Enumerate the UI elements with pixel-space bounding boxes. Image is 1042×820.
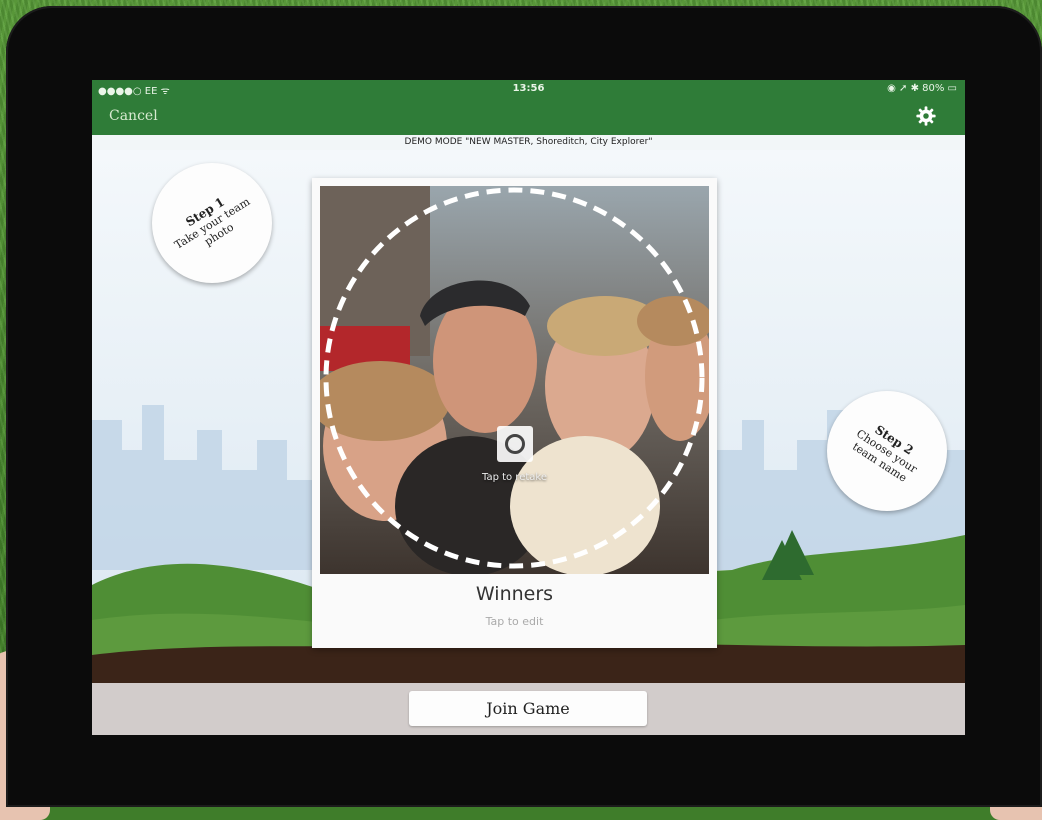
bottom-bar: Join Game [92, 683, 965, 735]
cancel-button[interactable]: Cancel [109, 108, 158, 124]
team-photo-image [320, 186, 709, 574]
status-time: 13:56 [512, 83, 545, 94]
nav-bar: Cancel [92, 98, 965, 135]
camera-icon[interactable] [497, 426, 533, 462]
battery-status: ◉ ➚ ✱ 80% ▭ [887, 83, 957, 94]
gear-icon[interactable] [915, 105, 937, 127]
edit-hint: Tap to edit [485, 615, 544, 628]
join-game-button[interactable]: Join Game [409, 691, 647, 726]
status-bar: ●●●●○ EE ᯤ 13:56 ◉ ➚ ✱ 80% ▭ [92, 80, 965, 98]
step-2-badge: Step 2 Choose your team name [827, 391, 947, 511]
step-1-badge: Step 1 Take your team photo [152, 163, 272, 283]
team-photo-card: Tap to retake Winners Tap to edit [312, 178, 717, 648]
retake-label: Tap to retake [481, 472, 547, 483]
app-screen: ●●●●○ EE ᯤ 13:56 ◉ ➚ ✱ 80% ▭ Cancel DEMO… [92, 80, 965, 735]
team-name-field[interactable]: Winners [312, 583, 717, 605]
camera-lens [505, 434, 525, 454]
team-photo[interactable]: Tap to retake [320, 186, 709, 574]
